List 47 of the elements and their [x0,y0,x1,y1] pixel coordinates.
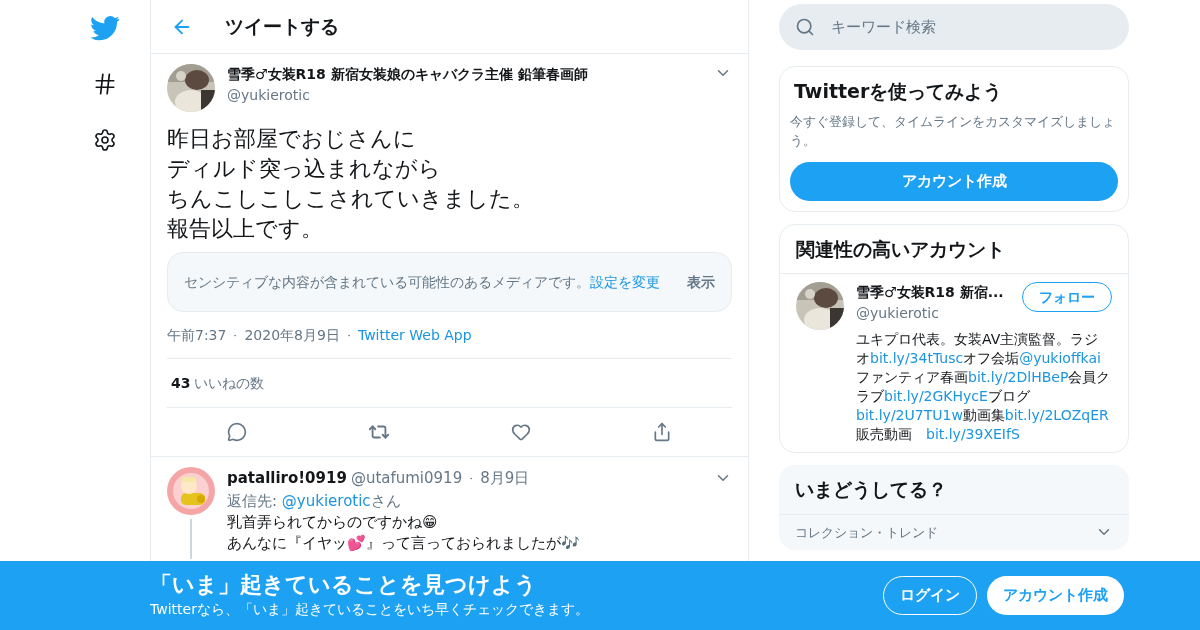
user-bio: ユキプロ代表。女装AV主演監督。ラジオbit.ly/34tTuscオフ会垢@yukioffkai ファンティア春画bit.ly/2DlHBeP会員クラブbit.ly/2GKHycEブログ bit.ly/2U7TU1w動画集bit.ly/2LOZqER 販売動画 bit.ly/39XEIfS [856,330,1112,444]
reply-text: 乳首弄られてからのですかね😁 あんなに『イヤッ💕』って言っておられましたが🎶 [227,512,581,554]
page-title: ツイートする [225,14,339,40]
separator-dot: ・ [230,328,241,343]
bio-link[interactable]: bit.ly/2DlHBeP [968,369,1069,385]
banner-subtitle: Twitterなら、「いま」起きていることをいち早くチェックできます。 [150,600,590,619]
reply-date: 8月9日 [480,468,531,489]
reply-icon[interactable] [227,422,248,442]
mention-link[interactable]: @yukierotic [281,491,371,510]
user-handle: @utafumi0919 [350,468,463,489]
create-account-button[interactable]: アカウント作成 [790,161,1118,201]
user-handle: @yukierotic [856,304,940,323]
user-name[interactable]: 雪季♂女装R18 新宿... [856,282,1014,303]
trend-category: コレクション・トレンド [795,523,939,542]
search-input[interactable]: キーワード検索 [831,15,1113,39]
source-link[interactable]: Twitter Web App [357,324,472,346]
signup-button[interactable]: アカウント作成 [987,576,1124,615]
like-count: 43 [171,373,191,393]
user-name[interactable]: patalliro!0919 [227,467,347,490]
show-button[interactable]: 表示 [687,271,715,293]
card-title: Twitterを使ってみよう [793,79,1004,104]
change-settings-link[interactable]: 設定を変更 [590,273,660,290]
sensitive-media-text: センシティブな内容が含まれている可能性のあるメディアです。設定を変更 [184,272,661,292]
card-title: いまどうしてる？ [779,465,1129,515]
bio-link[interactable]: bit.ly/2LOZqER [1004,407,1109,423]
bio-link[interactable]: bit.ly/34tTusc [870,350,964,366]
reply-to-text: 返信先: @yukieroticさん [227,490,402,512]
user-handle: @yukierotic [227,86,311,105]
search-field[interactable]: キーワード検索 [779,4,1129,50]
separator-dot: ・ [343,328,354,343]
settings-icon[interactable] [93,128,117,152]
card-title: 関連性の高いアカウント [780,224,1128,274]
tweet-date: 2020年8月9日 [244,325,340,345]
user-name[interactable]: 雪季♂女装R18 新宿女装娘のキャバクラ主催 鉛筆春画師 [227,64,702,85]
tweet-time: 午前7:37 [167,325,227,345]
likes-label[interactable]: いいねの数 [194,372,265,394]
card-text: 今すぐ登録して、タイムラインをカスタマイズしましょう。 [790,112,1116,150]
like-icon[interactable] [510,422,531,442]
bio-link[interactable]: bit.ly/39XEIfS [926,426,1020,442]
bio-link[interactable]: bit.ly/2GKHycE [884,388,988,404]
bio-link[interactable]: @yukioffkai [1019,350,1101,366]
tweet-text: 昨日お部屋でおじさんに ディルド突っ込まれながら ちんこしこしこされていきました。 報告以上です。 [167,125,535,243]
separator-dot: ・ [466,471,477,486]
banner-title: 「いま」起きていることを見つけよう [150,571,538,599]
bio-link[interactable]: bit.ly/2U7TU1w [856,407,963,423]
twitter-logo[interactable] [90,13,120,43]
search-icon [795,17,815,37]
